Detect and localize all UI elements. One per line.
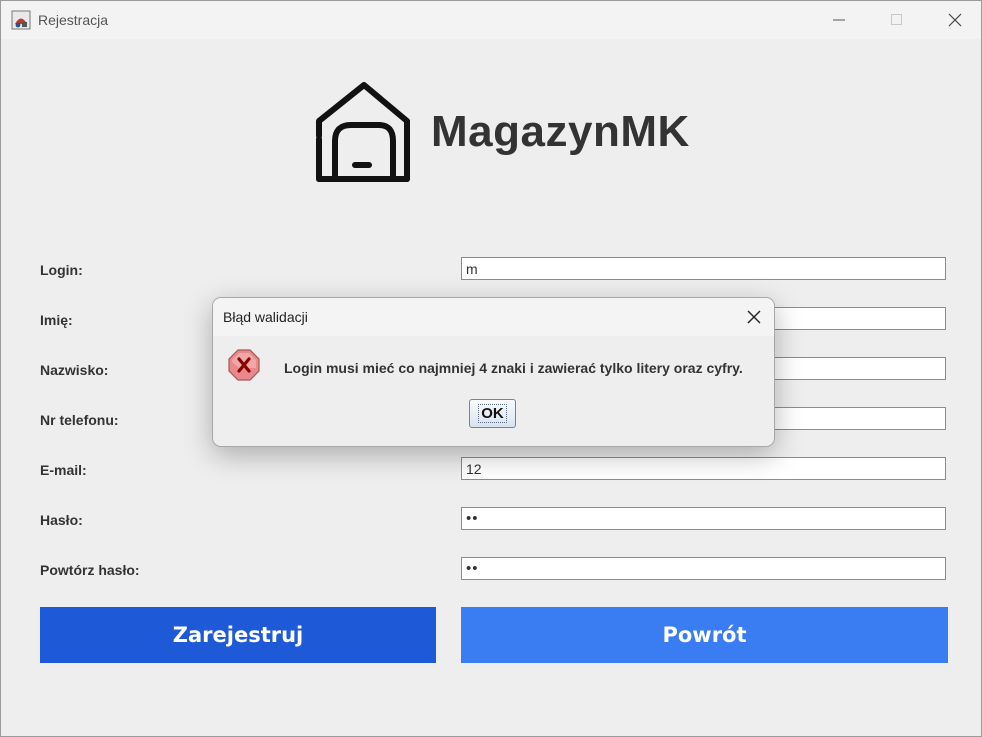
repeat-password-label: Powtórz hasło: [40,562,140,578]
minimize-icon [833,19,845,21]
warehouse-icon [316,82,410,182]
title-bar[interactable]: Rejestracja [1,1,981,39]
ok-button[interactable]: OK [469,399,516,428]
email-label: E-mail: [40,462,87,478]
register-button[interactable]: Zarejestruj [40,607,436,663]
close-icon [948,13,962,27]
minimize-button[interactable] [827,9,851,31]
back-button[interactable]: Powrót [461,607,948,663]
maximize-button[interactable] [885,9,909,31]
error-icon [228,349,260,381]
java-app-icon [11,10,31,30]
email-field[interactable]: 12 [461,457,946,480]
dialog-close-icon[interactable] [744,307,764,327]
dialog-message: Login musi mieć co najmniej 4 znaki i za… [284,360,743,376]
maximize-icon [891,14,902,25]
validation-error-dialog: Błąd walidacji Login musi mieć co najmni… [212,297,775,447]
window-title: Rejestracja [38,12,109,28]
login-label: Login: [40,262,83,278]
first-name-label: Imię: [40,312,73,328]
password-label: Hasło: [40,512,83,528]
last-name-label: Nazwisko: [40,362,109,378]
ok-button-label: OK [478,404,507,423]
phone-label: Nr telefonu: [40,412,119,428]
close-button[interactable] [943,9,967,31]
dialog-title: Błąd walidacji [223,309,308,325]
repeat-password-field[interactable]: •• [461,557,946,580]
brand-name: MagazynMK [431,107,690,156]
password-field[interactable]: •• [461,507,946,530]
dialog-title-bar[interactable]: Błąd walidacji [213,298,774,336]
login-field[interactable]: m [461,257,946,280]
